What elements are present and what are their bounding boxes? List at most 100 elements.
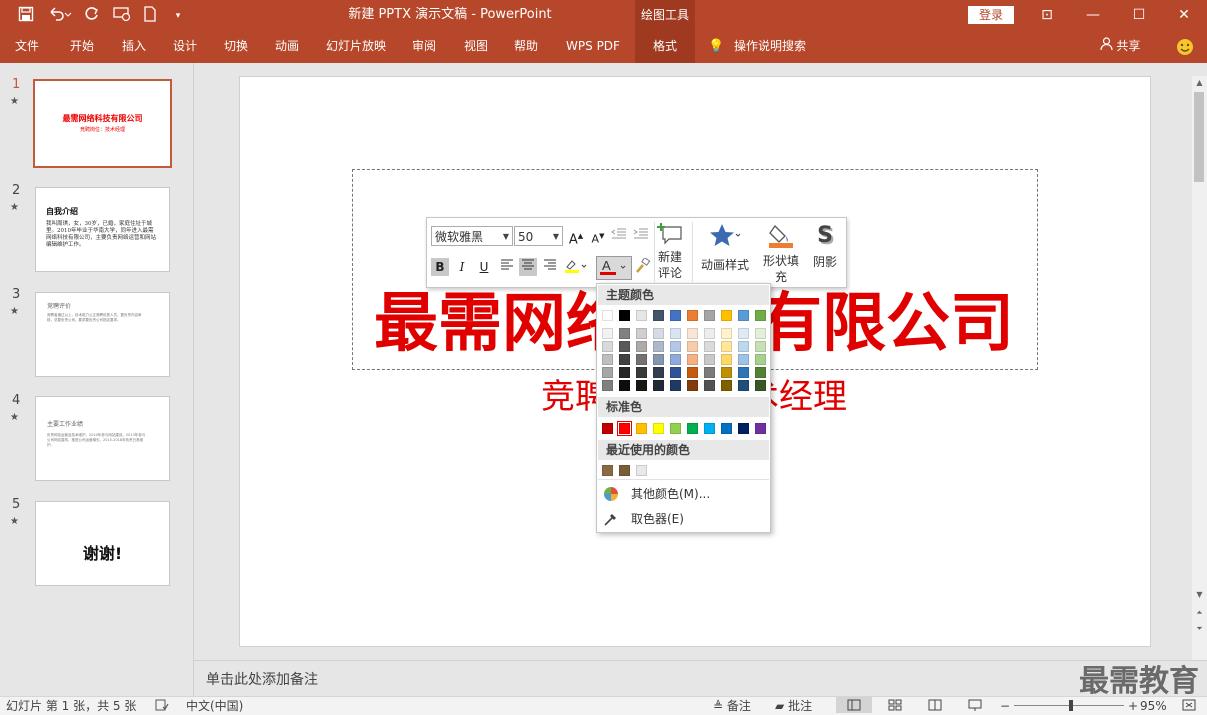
slide-thumbnail-3[interactable]: 竞聘评价 竞聘者通过以上，技术能力公正竞聘优秀人员。要负责内容审核，总要负责公司… [35,292,170,377]
recent-color-swatch[interactable] [602,465,613,476]
standard-color-swatch[interactable] [653,423,664,434]
redo-icon[interactable] [82,6,102,26]
standard-color-swatch[interactable] [602,423,613,434]
theme-shade-swatch[interactable] [755,354,766,365]
theme-shade-swatch[interactable] [602,341,613,352]
new-comment-button[interactable]: 新建 评论 [655,222,685,281]
slideshow-button[interactable] [968,699,982,714]
theme-shade-swatch[interactable] [687,380,698,391]
standard-color-swatch[interactable] [738,423,749,434]
spellcheck-icon[interactable] [155,699,169,714]
theme-shade-swatch[interactable] [602,367,613,378]
format-painter-icon[interactable] [634,256,652,276]
font-name-combo[interactable]: 微软雅黑 ▼ [431,226,513,246]
present-icon[interactable] [112,6,132,26]
align-left-icon[interactable] [498,258,516,276]
notes-pane[interactable]: 单击此处添加备注 [194,660,1207,697]
theme-shade-swatch[interactable] [704,380,715,391]
theme-color-swatch[interactable] [755,310,766,321]
save-icon[interactable] [16,6,36,26]
tab-help[interactable]: 帮助 [506,32,546,63]
bold-button[interactable]: B [431,258,449,276]
previous-slide-icon[interactable]: ⏶ [1192,608,1207,618]
theme-color-swatch[interactable] [721,310,732,321]
theme-shade-swatch[interactable] [738,328,749,339]
theme-shade-swatch[interactable] [721,328,732,339]
align-right-icon[interactable] [541,258,559,276]
theme-shade-swatch[interactable] [602,328,613,339]
new-file-icon[interactable] [140,6,160,26]
theme-shade-swatch[interactable] [602,380,613,391]
more-colors-item[interactable]: 其他颜色(M)... [598,483,769,505]
increase-indent-icon[interactable] [632,227,650,245]
theme-color-swatch[interactable] [602,310,613,321]
language-indicator[interactable]: 中文(中国) [186,699,243,713]
ribbon-display-icon[interactable]: ⊡ [1024,0,1070,32]
theme-shade-swatch[interactable] [602,354,613,365]
theme-shade-swatch[interactable] [755,380,766,391]
shadow-button[interactable]: S 阴影 [807,222,843,270]
vertical-scrollbar[interactable]: ▲ ▼ ⏶ ⏷ [1192,76,1207,660]
theme-shade-swatch[interactable] [670,354,681,365]
font-size-combo[interactable]: 50 ▼ [514,226,563,246]
theme-shade-swatch[interactable] [670,328,681,339]
standard-color-swatch[interactable] [687,423,698,434]
scroll-up-icon[interactable]: ▲ [1192,78,1207,87]
tab-wps-pdf[interactable]: WPS PDF [560,32,626,63]
standard-color-swatch[interactable] [755,423,766,434]
theme-shade-swatch[interactable] [738,341,749,352]
theme-color-swatch[interactable] [738,310,749,321]
slide-thumbnail-1[interactable]: 最需网络科技有限公司 竞聘岗位：技术经理 [33,79,172,168]
theme-shade-swatch[interactable] [636,367,647,378]
underline-button[interactable]: U [475,258,493,276]
standard-color-swatch[interactable] [670,423,681,434]
maximize-button[interactable]: ☐ [1116,0,1162,32]
theme-shade-swatch[interactable] [653,380,664,391]
comments-toggle[interactable]: ▰ 批注 [775,699,812,713]
theme-shade-swatch[interactable] [687,354,698,365]
eyedropper-item[interactable]: 取色器(E) [598,508,769,530]
tab-file[interactable]: 文件 [8,32,46,63]
recent-color-swatch[interactable] [636,465,647,476]
theme-shade-swatch[interactable] [738,367,749,378]
italic-button[interactable]: I [453,258,471,276]
standard-color-swatch[interactable] [721,423,732,434]
theme-shade-swatch[interactable] [755,367,766,378]
theme-shade-swatch[interactable] [670,367,681,378]
theme-shade-swatch[interactable] [653,328,664,339]
notes-toggle[interactable]: ≜ 备注 [713,699,751,713]
zoom-slider[interactable] [1014,700,1124,711]
theme-color-swatch[interactable] [636,310,647,321]
theme-color-swatch[interactable] [704,310,715,321]
standard-color-swatch[interactable] [636,423,647,434]
slide-thumbnail-5[interactable]: 谢谢! [35,501,170,586]
tab-slideshow[interactable]: 幻灯片放映 [320,32,392,63]
tab-transitions[interactable]: 切换 [216,32,256,63]
theme-shade-swatch[interactable] [687,341,698,352]
theme-shade-swatch[interactable] [636,341,647,352]
zoom-level[interactable]: 95% [1140,699,1167,713]
theme-shade-swatch[interactable] [687,367,698,378]
minimize-button[interactable]: — [1070,0,1116,32]
theme-shade-swatch[interactable] [619,341,630,352]
theme-shade-swatch[interactable] [619,354,630,365]
align-center-icon[interactable] [519,258,537,276]
theme-shade-swatch[interactable] [755,341,766,352]
notes-placeholder[interactable]: 单击此处添加备注 [206,669,318,689]
theme-shade-swatch[interactable] [721,367,732,378]
zoom-out-button[interactable]: − [1000,699,1010,713]
theme-shade-swatch[interactable] [704,328,715,339]
scroll-thumb[interactable] [1194,92,1204,182]
theme-shade-swatch[interactable] [653,354,664,365]
theme-color-swatch[interactable] [653,310,664,321]
increase-font-icon[interactable]: A▲ [567,227,585,247]
theme-shade-swatch[interactable] [738,354,749,365]
animation-styles-button[interactable]: 动画样式 [697,222,753,273]
theme-shade-swatch[interactable] [636,354,647,365]
scroll-down-icon[interactable]: ▼ [1192,590,1207,599]
decrease-font-icon[interactable]: A▼ [589,227,607,246]
decrease-indent-icon[interactable] [610,227,628,245]
font-color-button[interactable]: A [596,256,632,280]
theme-shade-swatch[interactable] [704,354,715,365]
theme-shade-swatch[interactable] [670,341,681,352]
